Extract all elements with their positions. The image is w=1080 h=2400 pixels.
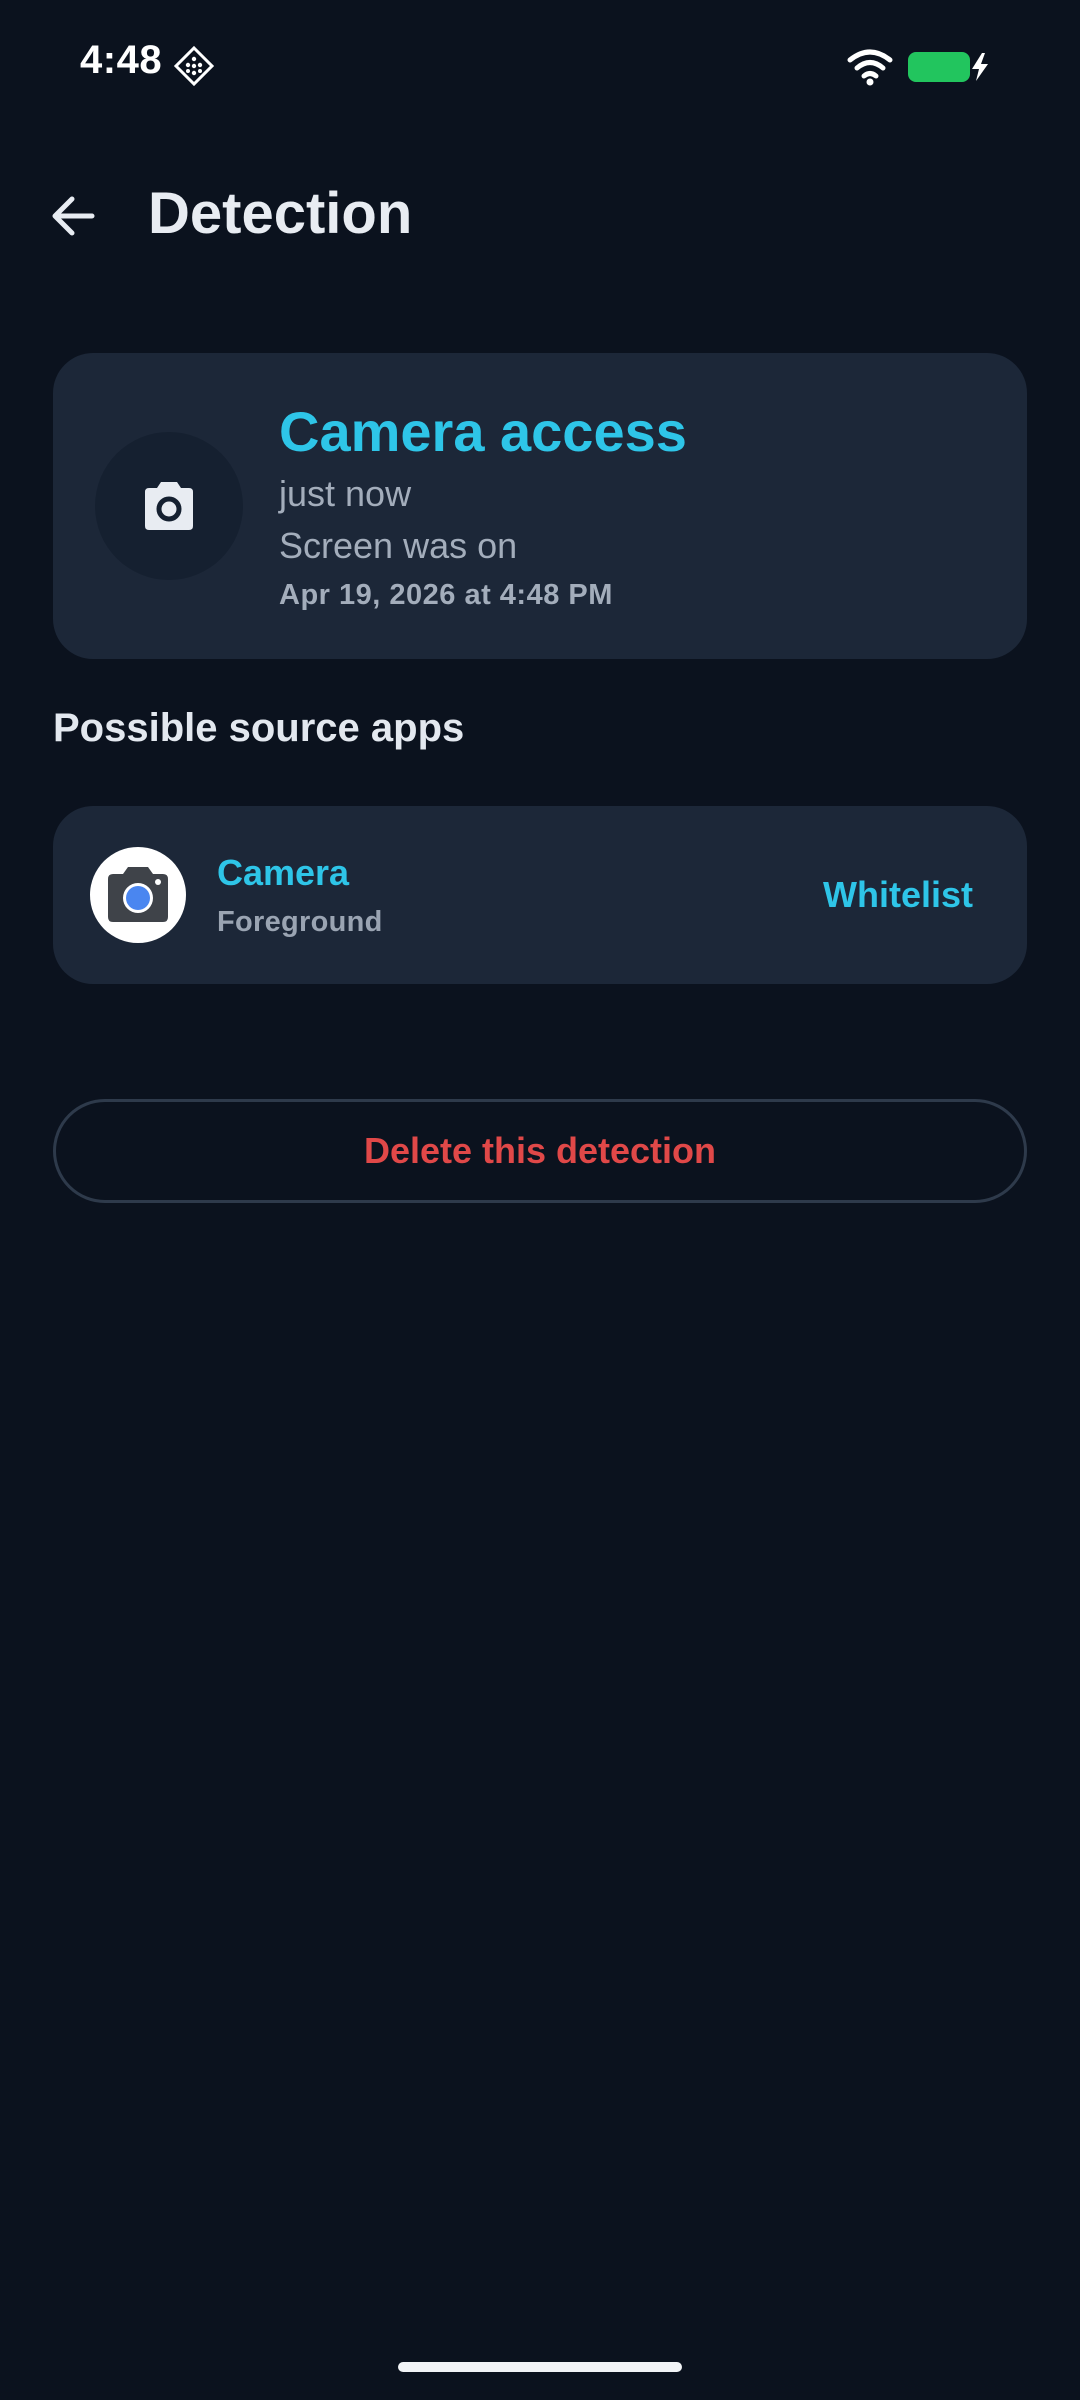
detection-type-title: Camera access	[279, 400, 687, 463]
summary-icon-badge	[95, 432, 243, 580]
detection-relative-time: just now	[279, 473, 412, 514]
source-app-name: Camera	[217, 852, 350, 893]
page-title: Detection	[148, 181, 413, 246]
whitelist-button[interactable]: Whitelist	[823, 864, 973, 926]
wifi-icon	[847, 49, 893, 86]
status-time: 4:48	[80, 38, 163, 82]
battery-charging-icon	[908, 52, 988, 82]
camera-icon	[145, 482, 193, 530]
back-arrow-icon[interactable]	[44, 186, 104, 246]
section-heading-source-apps: Possible source apps	[53, 706, 465, 750]
app-icon-badge	[90, 847, 186, 943]
detection-summary-card: Camera access just now Screen was on Apr…	[53, 353, 1027, 659]
delete-detection-button[interactable]: Delete this detection	[53, 1099, 1027, 1203]
screen-state-text: Screen was on	[279, 525, 518, 566]
source-app-card: Camera Foreground Whitelist	[53, 806, 1027, 984]
camera-app-icon	[108, 867, 168, 922]
delete-detection-label: Delete this detection	[363, 1130, 717, 1171]
source-app-state: Foreground	[217, 906, 383, 938]
status-bar: 4:48	[0, 0, 1080, 130]
diamond-grid-icon	[174, 46, 214, 86]
app-bar: Detection	[0, 160, 1080, 270]
home-indicator[interactable]	[398, 2362, 682, 2372]
detection-timestamp: Apr 19, 2026 at 4:48 PM	[279, 579, 613, 611]
